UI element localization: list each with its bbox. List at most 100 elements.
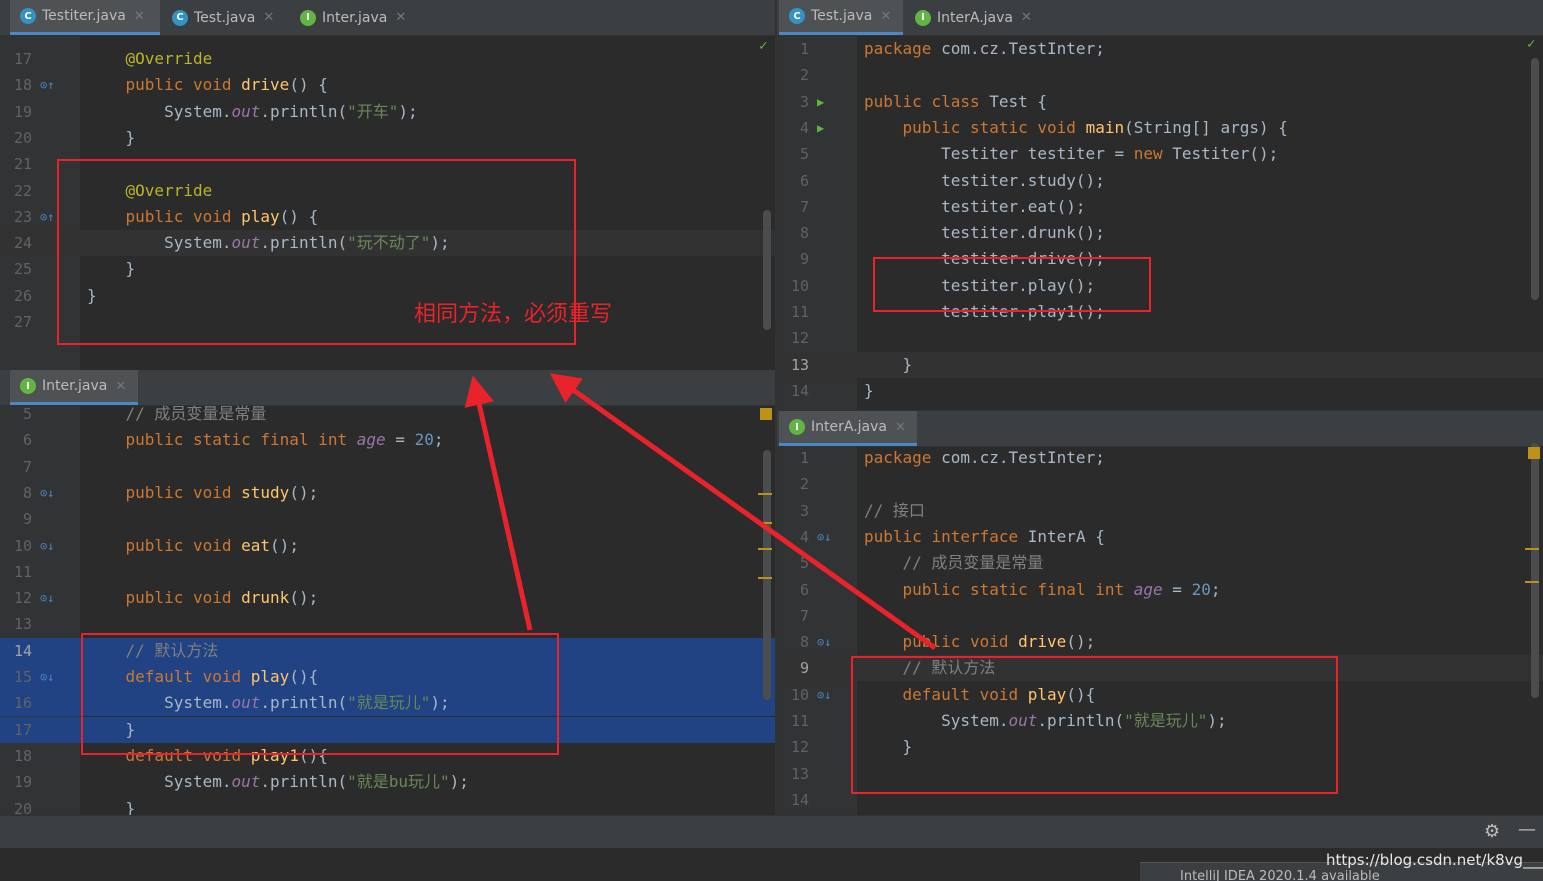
tab-test-java[interactable]: C Test.java ✕ <box>162 0 288 35</box>
tab-test-java[interactable]: C Test.java ✕ <box>779 0 903 35</box>
code-line[interactable]: 5 Testiter testiter = new Testiter(); <box>777 141 1543 167</box>
code-line[interactable]: 5 // 成员变量是常量 <box>777 550 1543 576</box>
code-line[interactable]: 17 @Override <box>0 46 775 72</box>
top-left-scrollbar[interactable] <box>763 210 771 330</box>
line-number: 8 <box>799 633 809 652</box>
implemented-icon[interactable]: ⊙↓ <box>40 480 54 506</box>
split-divider[interactable] <box>775 0 777 815</box>
close-icon[interactable]: ✕ <box>115 379 126 394</box>
line-number: 5 <box>22 405 32 423</box>
line-number: 11 <box>13 562 32 581</box>
code-line[interactable]: 3 ▶ public class Test { <box>777 89 1543 115</box>
top-right-scrollbar[interactable] <box>1531 58 1539 300</box>
code-line[interactable]: 7 testiter.eat(); <box>777 194 1543 220</box>
implemented-icon[interactable]: ⊙↓ <box>40 533 54 559</box>
code-line[interactable]: 8 testiter.drunk(); <box>777 220 1543 246</box>
line-number: 23 <box>13 207 32 226</box>
tab-testiter-java[interactable]: C Testiter.java ✕ <box>10 0 160 35</box>
code-text: public class Test { <box>864 91 1048 111</box>
run-icon[interactable]: ▶ <box>817 115 824 141</box>
code-text: System.out.println("就是bu玩儿"); <box>87 772 469 792</box>
highlight-box-test-call-play <box>873 257 1151 312</box>
line-number: 24 <box>13 234 32 253</box>
code-line[interactable]: 6 public static final int age = 20; <box>777 577 1543 603</box>
line-number: 12 <box>790 738 809 757</box>
annotation-text: 相同方法，必须重写 <box>414 302 613 327</box>
code-line[interactable]: 6 testiter.study(); <box>777 168 1543 194</box>
error-stripe-mark[interactable] <box>1525 548 1539 550</box>
code-line[interactable]: 4 ▶ public static void main(String[] args… <box>777 115 1543 141</box>
tab-inter-java[interactable]: I Inter.java ✕ <box>10 370 138 405</box>
code-line[interactable]: 12 <box>777 325 1543 351</box>
error-stripe-mark[interactable] <box>758 577 772 579</box>
code-line[interactable]: 1 package com.cz.TestInter; <box>777 36 1543 62</box>
code-line[interactable]: 6 public static final int age = 20; <box>0 427 775 453</box>
tab-intera-java[interactable]: I InterA.java ✕ <box>779 411 917 446</box>
code-line[interactable]: 20 } <box>0 796 775 816</box>
code-line[interactable]: 3 // 接口 <box>777 498 1543 524</box>
watermark: https://blog.csdn.net/k8vg___ <box>1326 851 1543 869</box>
bottom-area: IntelliJ IDEA 2020.1.4 available https:/… <box>0 848 1543 881</box>
code-text: // 成员变量是常量 <box>125 404 267 423</box>
code-text: } <box>87 127 136 147</box>
tab-intera-java[interactable]: I InterA.java ✕ <box>905 0 1032 35</box>
implemented-icon[interactable]: ⊙↓ <box>817 524 831 550</box>
implemented-icon[interactable]: ⊙↓ <box>817 629 831 655</box>
code-text: public void drive(); <box>902 632 1096 652</box>
implemented-icon[interactable]: ⊙↓ <box>40 664 54 690</box>
line-number: 7 <box>799 606 809 625</box>
bottom-right-scrollbar[interactable] <box>1531 443 1539 698</box>
line-number: 12 <box>13 589 32 608</box>
code-line[interactable]: 19 System.out.println("就是bu玩儿"); <box>0 769 775 795</box>
code-line[interactable]: 18 ⊙↑ public void drive() { <box>0 72 775 98</box>
code-line[interactable]: 12 ⊙↓ public void drunk(); <box>0 585 775 611</box>
tab-label: InterA.java <box>811 419 887 435</box>
overrides-icon[interactable]: ⊙↑ <box>40 204 54 230</box>
close-icon[interactable]: ✕ <box>880 9 891 24</box>
code-line[interactable]: 4 ⊙↓ public interface InterA { <box>777 524 1543 550</box>
code-line[interactable]: 9 <box>0 506 775 532</box>
close-icon[interactable]: ✕ <box>1021 10 1032 25</box>
implemented-icon[interactable]: ⊙↓ <box>817 682 831 708</box>
implemented-icon[interactable]: ⊙↓ <box>40 585 54 611</box>
gear-icon[interactable]: ⚙ <box>1484 821 1500 842</box>
tab-label: Testiter.java <box>42 8 126 24</box>
code-line[interactable]: 8 ⊙↓ public void drive(); <box>777 629 1543 655</box>
line-number: 11 <box>790 303 809 321</box>
code-line[interactable]: 2 <box>777 62 1543 88</box>
code-line[interactable]: 19 System.out.println("开车"); <box>0 99 775 125</box>
highlight-box-intera-play <box>851 656 1338 794</box>
code-line[interactable]: 5 // 成员变量是常量 <box>0 401 775 427</box>
error-stripe-mark[interactable] <box>758 522 772 524</box>
error-stripe-mark[interactable] <box>758 493 772 495</box>
code-line[interactable]: 14} <box>777 378 1543 404</box>
code-line[interactable]: 7 <box>777 603 1543 629</box>
bottom-left-scrollbar[interactable] <box>763 450 771 700</box>
error-stripe-mark[interactable] <box>758 548 772 550</box>
top-right-editor[interactable]: C Test.java ✕ I InterA.java ✕ 1 package com.cz… <box>777 0 1543 410</box>
code-line[interactable]: 20 } <box>0 125 775 151</box>
code-text: public void study(); <box>125 482 319 502</box>
close-icon[interactable]: ✕ <box>263 10 274 25</box>
code-text: // 成员变量是常量 <box>902 553 1044 573</box>
code-line[interactable]: 11 <box>0 559 775 585</box>
line-number: 25 <box>13 260 32 279</box>
bottom-toolbar: ⚙ — <box>0 815 1543 849</box>
overrides-icon[interactable]: ⊙↑ <box>40 72 54 98</box>
tab-inter-java[interactable]: I Inter.java ✕ <box>290 0 416 35</box>
code-line[interactable]: 13 } <box>777 351 1543 378</box>
code-line[interactable]: 8 ⊙↓ public void study(); <box>0 480 775 506</box>
line-number: 12 <box>790 329 809 348</box>
code-line[interactable]: 1 package com.cz.TestInter; <box>777 445 1543 471</box>
error-stripe-mark[interactable] <box>1525 581 1539 583</box>
code-line[interactable]: 10 ⊙↓ public void eat(); <box>0 533 775 559</box>
close-icon[interactable]: ✕ <box>134 9 145 24</box>
close-icon[interactable]: ✕ <box>395 10 406 25</box>
line-number: 8 <box>799 224 809 243</box>
code-line[interactable]: 2 <box>777 471 1543 497</box>
code-line[interactable]: 7 <box>0 454 775 480</box>
line-number: 8 <box>22 483 32 502</box>
run-icon[interactable]: ▶ <box>817 89 824 115</box>
minimize-icon[interactable]: — <box>1518 819 1536 840</box>
close-icon[interactable]: ✕ <box>895 420 906 435</box>
